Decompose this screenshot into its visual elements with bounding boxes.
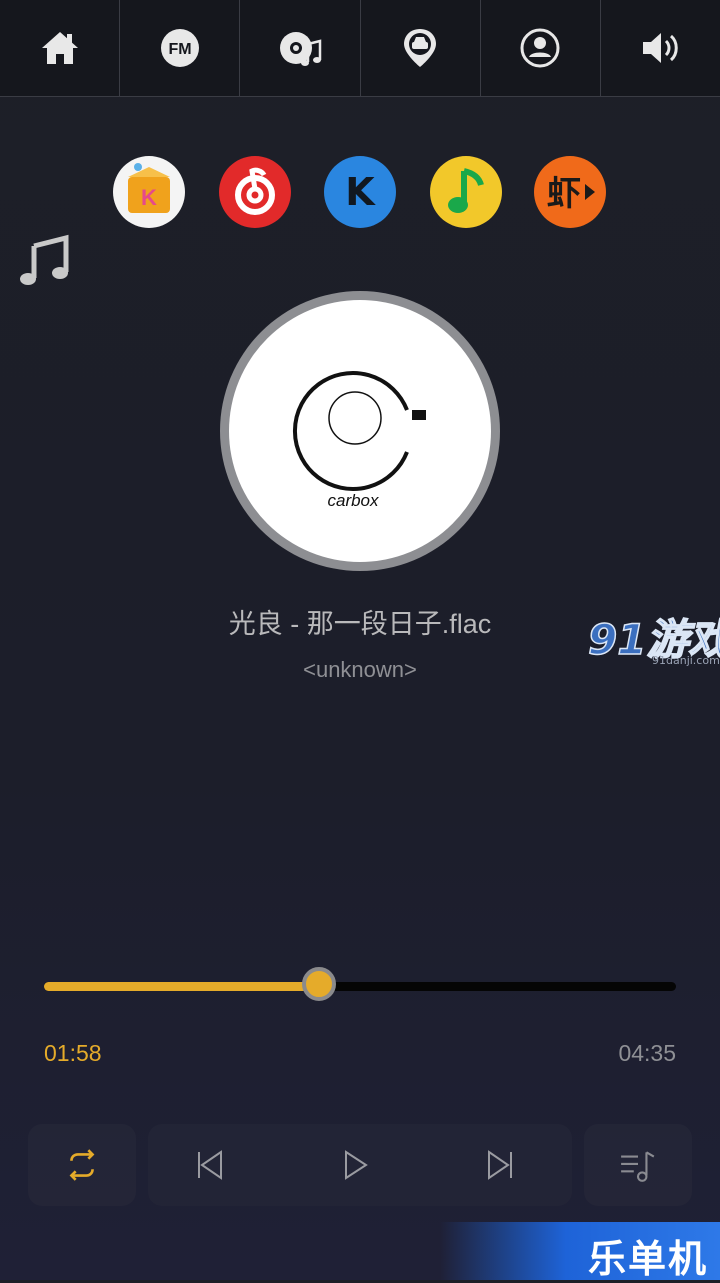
qq-music-app-icon: [430, 156, 502, 228]
nav-user-button[interactable]: [481, 0, 601, 96]
time-elapsed: 01:58: [44, 1040, 102, 1066]
netease-music-app-icon: [219, 156, 291, 228]
progress-thumb[interactable]: [301, 967, 336, 1001]
svg-text:虾: 虾: [547, 174, 581, 214]
kugou-app-button[interactable]: K: [323, 155, 397, 229]
play-button[interactable]: [315, 1124, 395, 1206]
svg-text:K: K: [345, 170, 376, 214]
progress-fill: [44, 982, 319, 991]
qq-music-app-button[interactable]: [429, 155, 503, 229]
album-art: carbox: [229, 300, 491, 562]
album-disc: carbox: [220, 291, 500, 571]
repeat-button[interactable]: [28, 1124, 136, 1206]
kuwo-app-button[interactable]: K: [112, 155, 186, 229]
playlist-icon: [621, 1151, 655, 1182]
kugou-music-app-icon: K: [324, 156, 396, 228]
progress-bar[interactable]: [44, 967, 676, 1001]
playback-controls: [28, 1124, 692, 1206]
nav-music-button[interactable]: [240, 0, 361, 96]
fm-radio-icon: FM: [160, 29, 199, 67]
car-location-icon: [404, 29, 437, 67]
brand-watermark-banner: 乐单机: [440, 1222, 720, 1281]
music-note-icon[interactable]: [18, 234, 72, 288]
91-watermark-logo: 91游戏 91danji.com: [587, 614, 720, 667]
brand-text: 乐单机: [587, 1237, 708, 1281]
volume-icon: [643, 33, 679, 63]
user-icon: [520, 28, 560, 68]
svg-text:91danji.com: 91danji.com: [652, 654, 720, 667]
repeat-icon: [69, 1149, 95, 1181]
kuwo-music-app-icon: K: [113, 156, 185, 228]
xiami-music-app-icon: 虾: [534, 156, 606, 228]
previous-button[interactable]: [170, 1124, 250, 1206]
home-icon: [41, 32, 78, 64]
play-icon: [345, 1150, 368, 1180]
music-app-row: K K 虾: [0, 155, 720, 231]
carbox-logo: carbox: [293, 371, 426, 510]
playlist-button[interactable]: [584, 1124, 692, 1206]
nav-car-button[interactable]: [361, 0, 481, 96]
time-total: 04:35: [618, 1040, 676, 1066]
music-disc-icon: [279, 32, 322, 66]
skip-next-icon: [488, 1150, 512, 1180]
nav-home-button[interactable]: [0, 0, 121, 96]
next-button[interactable]: [460, 1124, 540, 1206]
nav-volume-button[interactable]: [601, 0, 720, 96]
svg-text:K: K: [141, 185, 157, 210]
skip-previous-icon: [198, 1150, 222, 1180]
nav-fm-button[interactable]: FM: [120, 0, 241, 96]
xiami-app-button[interactable]: 虾: [533, 155, 607, 229]
top-nav-bar: FM: [0, 0, 720, 97]
svg-text:carbox: carbox: [327, 491, 379, 510]
svg-text:FM: FM: [168, 41, 191, 58]
netease-app-button[interactable]: [218, 155, 292, 229]
